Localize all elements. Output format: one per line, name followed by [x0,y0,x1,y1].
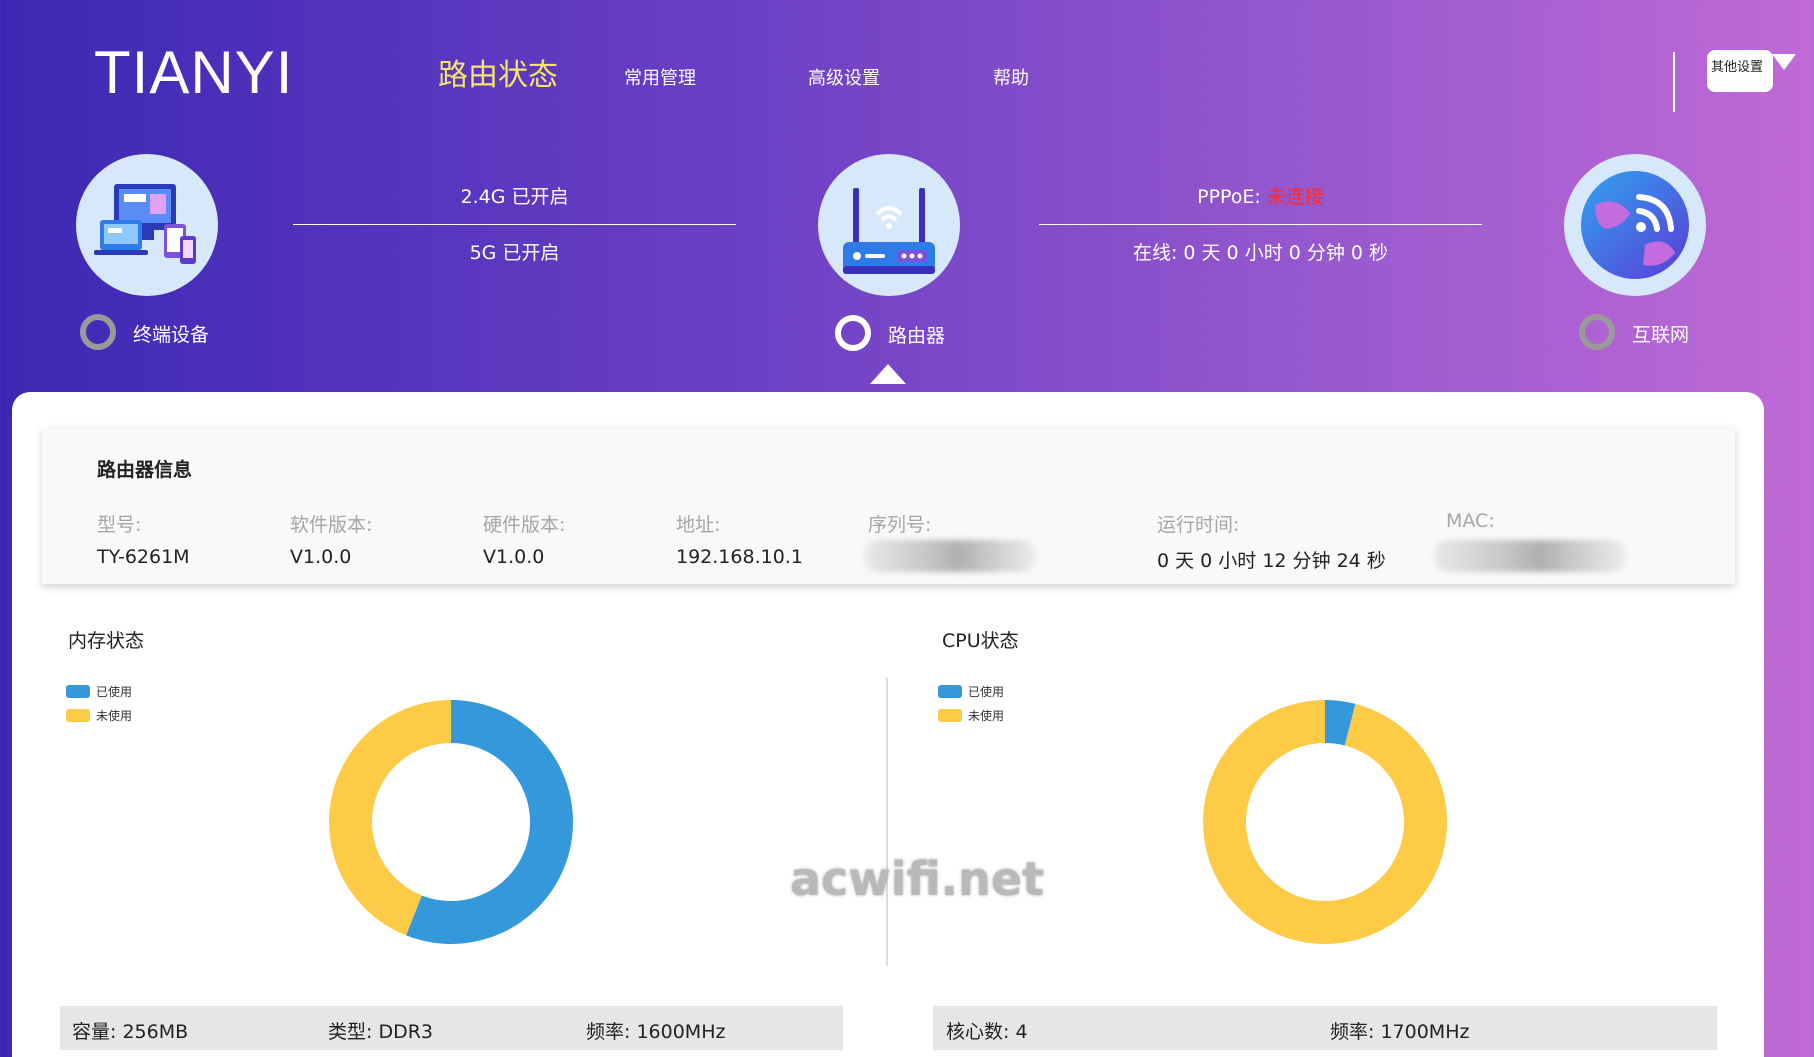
selected-node-pointer [870,364,906,384]
section-divider [886,678,888,966]
legend-swatch-free [938,709,962,722]
memory-type: 类型: DDR3 [328,1021,433,1043]
software-version-label: 软件版本: [290,514,373,536]
pppoe-connection-state: 未连接 [1266,186,1324,208]
legend-swatch-free [66,709,90,722]
watermark-text: acwifi.net [790,852,1045,906]
cpu-cores: 核心数: 4 [946,1021,1028,1043]
router-info-title: 路由器信息 [97,459,193,481]
nav-router-status[interactable]: 路由状态 [438,50,558,94]
legend-used-label: 已使用 [968,685,1005,699]
memory-capacity: 容量: 256MB [72,1021,189,1043]
hardware-version-value: V1.0.0 [483,546,545,568]
memory-status-title: 内存状态 [68,630,145,652]
memory-donut-chart [329,700,574,944]
address-value: 192.168.10.1 [676,546,803,568]
router-status-indicator [835,315,871,351]
memory-legend-free[interactable]: 未使用 [66,707,132,724]
nav-help[interactable]: 帮助 [993,64,1029,90]
wifi-link-line [293,224,736,225]
address-label: 地址: [676,514,721,536]
pppoe-prefix: PPPoE: [1197,186,1267,208]
other-settings-button[interactable]: 其他设置 [1707,50,1773,92]
hardware-version-label: 硬件版本: [483,514,566,536]
router-node[interactable] [818,154,960,296]
software-version-value: V1.0.0 [290,546,352,568]
legend-free-label: 未使用 [968,709,1005,723]
terminal-devices-label: 终端设备 [133,324,210,346]
cpu-legend-free[interactable]: 未使用 [938,707,1004,724]
uptime-value: 0 天 0 小时 12 分钟 24 秒 [1157,550,1386,572]
cpu-legend-used[interactable]: 已使用 [938,683,1004,700]
cpu-donut-chart [1203,700,1447,944]
mac-redacted [1434,540,1626,572]
wifi-24g-status: 2.4G 已开启 [460,186,569,208]
pppoe-status: PPPoE: 未连接 [1039,182,1482,209]
internet-label: 互联网 [1632,324,1690,346]
serial-number-redacted [864,540,1036,572]
chevron-down-icon[interactable] [1772,54,1796,70]
uptime-label: 运行时间: [1157,514,1240,536]
cpu-status-title: CPU状态 [942,630,1019,652]
cpu-details-bar [933,1006,1717,1050]
mac-label: MAC: [1446,510,1495,532]
router-icon [843,188,935,274]
model-value: TY-6261M [97,546,190,568]
header-divider [1673,52,1675,112]
cpu-frequency: 频率: 1700MHz [1330,1021,1470,1043]
memory-legend-used[interactable]: 已使用 [66,683,132,700]
internet-status-indicator [1579,314,1615,350]
wifi-5g-status: 5G 已开启 [469,242,560,264]
devices-icon [94,184,196,264]
model-label: 型号: [97,514,142,536]
other-settings-label: 其他设置 [1711,60,1764,75]
brand-logo: TIANYI [94,39,294,106]
internet-node[interactable] [1564,154,1706,296]
memory-frequency: 频率: 1600MHz [586,1021,726,1043]
globe-icon [1581,171,1689,279]
terminal-status-indicator [80,314,116,350]
terminal-devices-node[interactable] [76,154,218,296]
legend-swatch-used [938,685,962,698]
nav-common-management[interactable]: 常用管理 [624,64,696,90]
legend-swatch-used [66,685,90,698]
serial-number-label: 序列号: [868,514,932,536]
legend-used-label: 已使用 [96,685,133,699]
wan-link-line [1039,224,1482,225]
router-label: 路由器 [888,325,946,347]
legend-free-label: 未使用 [96,709,133,723]
nav-advanced-settings[interactable]: 高级设置 [808,64,880,90]
online-duration: 在线: 0 天 0 小时 0 分钟 0 秒 [1132,242,1389,264]
